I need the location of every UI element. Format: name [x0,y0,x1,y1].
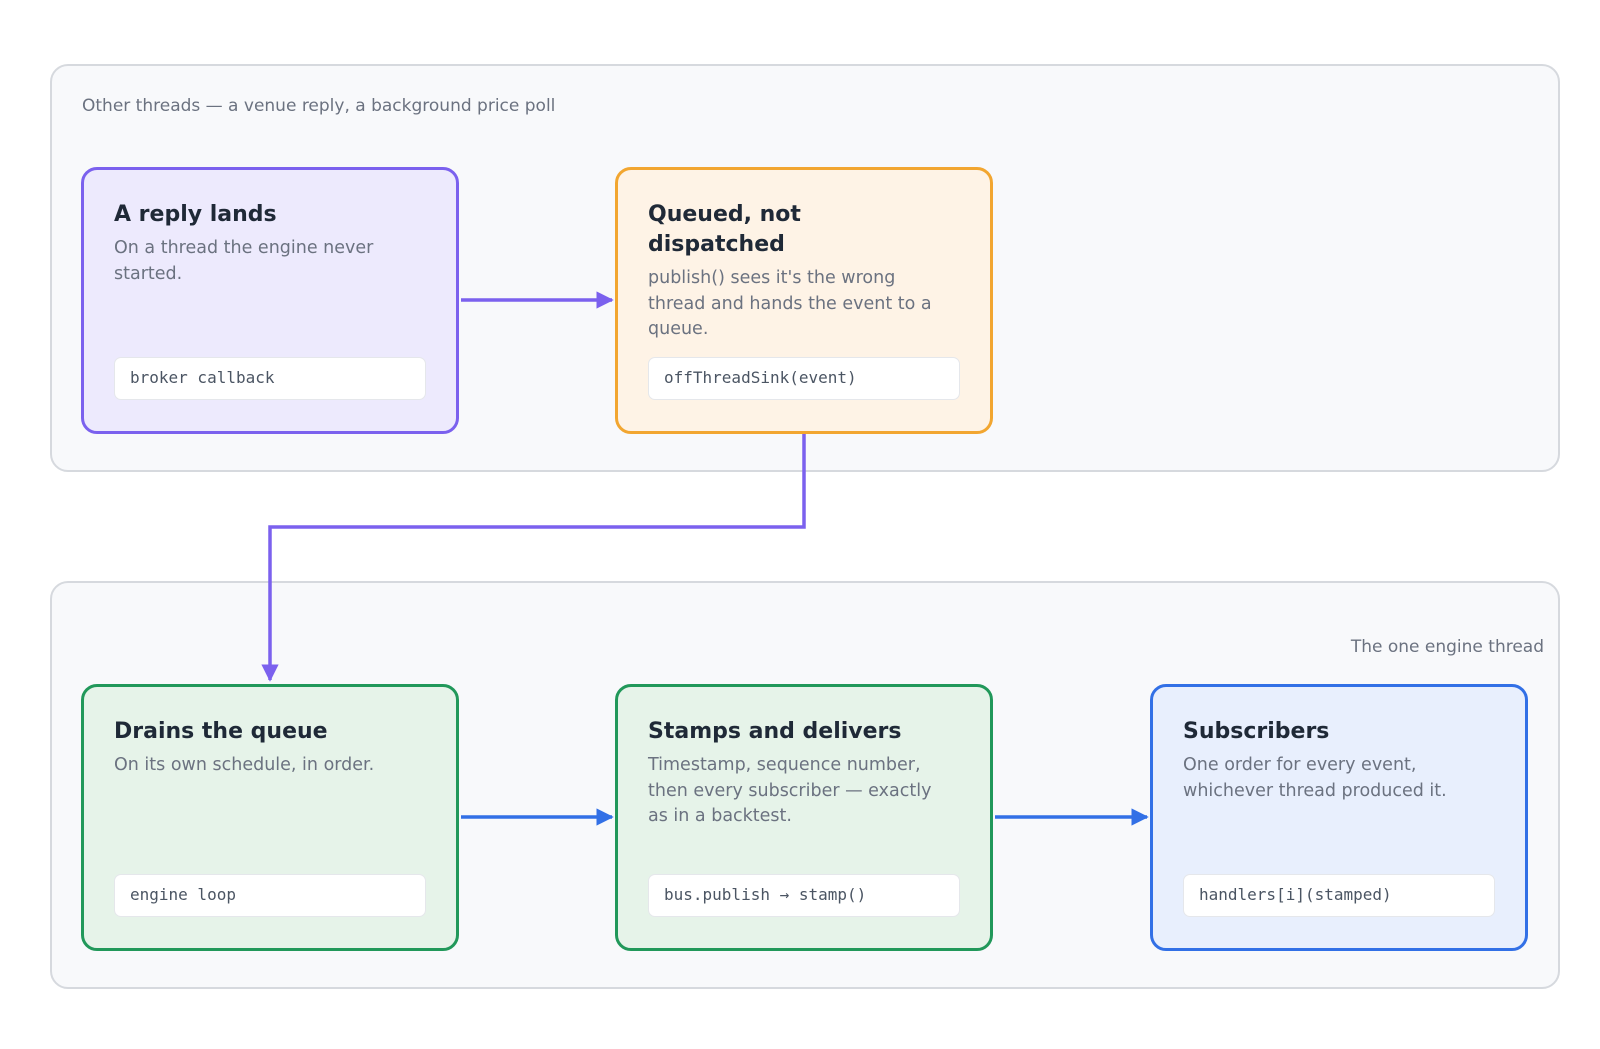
node-code-label: broker callback [114,357,426,400]
node-code-label: handlers[i](stamped) [1183,874,1495,917]
node-description: On its own schedule, in order. [114,755,375,775]
node-subscribers: Subscribers One order for every event, w… [1150,684,1528,951]
node-description: Timestamp, sequence number, then every s… [648,755,932,826]
node-stamps-delivers: Stamps and delivers Timestamp, sequence … [615,684,993,951]
node-title: Drains the queue [114,719,328,744]
node-title: Stamps and delivers [648,719,902,744]
arrow-queued-to-drain [261,434,806,682]
node-description: On a thread the engine never started. [114,238,374,284]
node-title: A reply lands [114,202,277,227]
node-description: publish() sees it's the wrong thread and… [648,268,932,339]
node-drains-queue: Drains the queue On its own schedule, in… [81,684,459,951]
node-code-label: bus.publish → stamp() [648,874,960,917]
node-reply-lands: A reply lands On a thread the engine nev… [81,167,459,434]
node-title: Subscribers [1183,719,1330,744]
node-code-label: offThreadSink(event) [648,357,960,400]
node-code-label: engine loop [114,874,426,917]
node-description: One order for every event, whichever thr… [1183,755,1447,801]
node-title: Queued, not dispatched [648,202,801,257]
node-queued: Queued, not dispatched publish() sees it… [615,167,993,434]
